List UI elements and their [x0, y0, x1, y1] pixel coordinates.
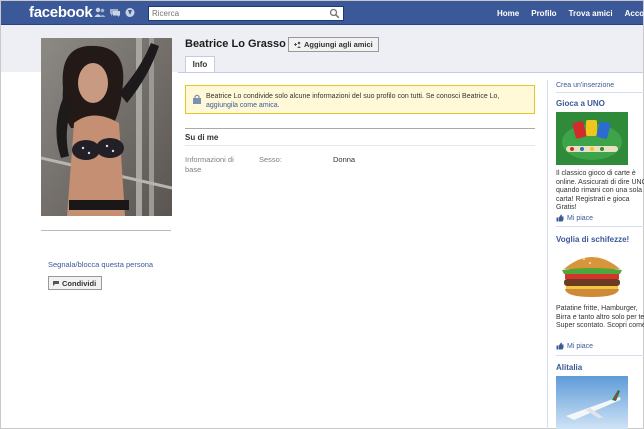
share-button-label: Condividi [62, 278, 97, 288]
ad-like-uno[interactable]: Mi piace [556, 214, 593, 222]
ad-text-junkfood: Patatine fritte, Hamburger, Birra e tant… [556, 305, 644, 329]
ad-image-burger[interactable] [556, 247, 628, 300]
privacy-notice: Beatrice Lo condivide solo alcune inform… [185, 85, 535, 114]
profile-picture[interactable] [41, 38, 172, 216]
notification-jewels [94, 7, 136, 18]
nav-profile[interactable]: Profilo [531, 9, 556, 18]
tab-info[interactable]: Info [185, 56, 215, 73]
add-friend-label: Aggiungi agli amici [304, 40, 373, 49]
ad-divider [556, 355, 644, 356]
search-box [148, 6, 344, 21]
nav-find-friends[interactable]: Trova amici [569, 9, 613, 18]
nav-account[interactable]: Account [625, 9, 644, 18]
create-ad-link[interactable]: Crea un'inserzione [556, 82, 614, 89]
lock-icon [193, 94, 201, 104]
ad-title-alitalia[interactable]: Alitalia [556, 363, 582, 372]
ad-title-junkfood[interactable]: Voglia di schifezze! [556, 235, 629, 244]
profile-name: Beatrice Lo Grasso [185, 38, 286, 50]
ad-title-uno[interactable]: Gioca a UNO [556, 99, 605, 108]
nav-home[interactable]: Home [497, 9, 519, 18]
add-friend-icon [294, 41, 301, 48]
notifications-icon[interactable] [124, 7, 136, 18]
ad-divider [556, 226, 644, 227]
profile-photo [41, 38, 172, 216]
section-divider [185, 128, 535, 129]
tab-bar-line [178, 72, 643, 73]
add-as-friend-link[interactable]: aggiungila come amica. [206, 102, 280, 109]
basic-info-label: Informazioni di base [185, 155, 234, 174]
privacy-notice-text: Beatrice Lo condivide solo alcune inform… [206, 92, 532, 110]
ads-sidebar: Crea un'inserzione Gioca a UNO Il classi… [547, 80, 644, 429]
top-nav: Home Profilo Trova amici Account [497, 9, 644, 18]
ad-like-junkfood[interactable]: Mi piace [556, 342, 593, 350]
privacy-notice-body: Beatrice Lo condivide solo alcune inform… [206, 93, 500, 100]
airplane-image [556, 376, 628, 429]
messages-icon[interactable] [109, 7, 121, 18]
uno-cards-image [556, 112, 628, 165]
left-column-divider [41, 230, 171, 231]
section-underline [185, 145, 535, 146]
thumbs-up-icon [556, 214, 564, 222]
friend-requests-icon[interactable] [94, 7, 106, 18]
search-icon[interactable] [329, 8, 340, 19]
add-friend-button[interactable]: Aggiungi agli amici [288, 37, 379, 52]
thumbs-up-icon [556, 342, 564, 350]
search-input[interactable] [149, 7, 327, 20]
top-bar: facebook Home Profilo Trova amici Accoun… [1, 1, 644, 25]
ad-divider [556, 92, 644, 93]
share-icon [53, 281, 59, 286]
ad-like-label: Mi piace [567, 342, 594, 350]
ad-like-label: Mi piace [567, 214, 594, 222]
facebook-logo[interactable]: facebook [29, 4, 93, 21]
ad-image-alitalia[interactable] [556, 376, 628, 429]
share-button[interactable]: Condividi [48, 276, 103, 290]
ad-image-uno[interactable] [556, 112, 628, 165]
report-block-link[interactable]: Segnala/blocca questa persona [48, 260, 153, 269]
about-section-title: Su di me [185, 133, 219, 142]
ad-text-uno: Il classico gioco di carte è online. Ass… [556, 170, 644, 211]
sex-value: Donna [333, 155, 356, 164]
sex-label: Sesso: [259, 155, 282, 164]
burger-image [556, 247, 628, 300]
